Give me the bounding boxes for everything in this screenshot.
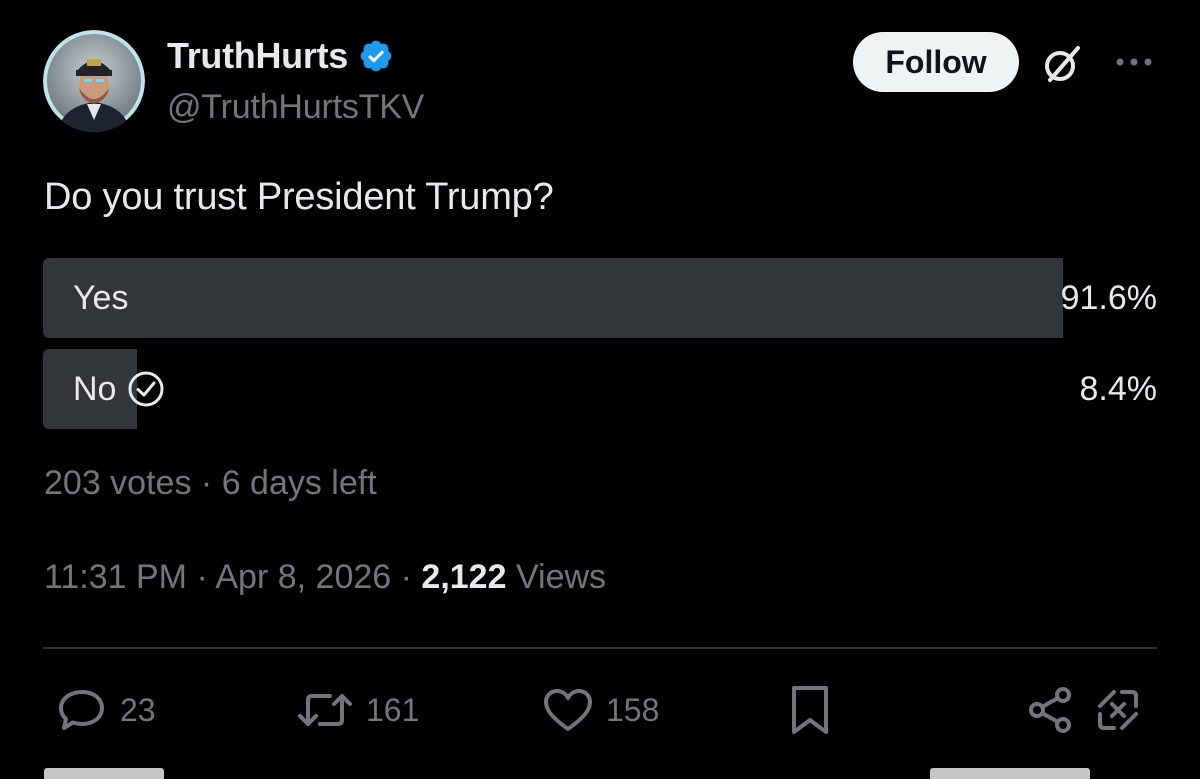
reply-button[interactable]: 23 [56, 684, 156, 736]
check-circle-icon [126, 369, 166, 409]
post-date[interactable]: Apr 8, 2026 [215, 558, 391, 596]
separator: · [200, 464, 213, 502]
follow-button[interactable]: Follow [853, 32, 1019, 92]
divider [43, 647, 1157, 649]
cutoff-text-fragment [44, 768, 164, 779]
like-count: 158 [606, 691, 660, 728]
poll-votes: 203 votes [44, 464, 192, 502]
bookmark-button[interactable] [788, 684, 832, 736]
heart-icon [544, 689, 592, 731]
verified-badge-icon[interactable] [358, 38, 394, 74]
like-button[interactable]: 158 [542, 684, 659, 736]
separator: · [196, 558, 208, 596]
poll-bar-yes [43, 258, 1063, 338]
poll-time-left: 6 days left [221, 464, 377, 502]
post-time[interactable]: 11:31 PM [44, 558, 187, 596]
share-button[interactable] [1026, 684, 1076, 736]
poll-option-label: No [73, 349, 166, 429]
bookmark-icon [792, 686, 828, 734]
cutoff-text-fragment [930, 768, 1090, 779]
poll-option-yes[interactable]: Yes 91.6% [43, 258, 1157, 338]
reply-count: 23 [120, 691, 156, 728]
poll-option-label: Yes [73, 258, 128, 338]
display-name[interactable]: TruthHurts [167, 35, 348, 77]
repost-icon [298, 694, 352, 726]
poll-meta: 203 votes · 6 days left [44, 464, 377, 503]
more-dots-icon[interactable] [1114, 50, 1154, 74]
reply-icon [59, 690, 104, 730]
poll-option-yes-percent: 91.6% [1060, 278, 1157, 317]
views-label: Views [515, 558, 607, 596]
repost-count: 161 [366, 691, 420, 728]
repost-button[interactable]: 161 [296, 684, 419, 736]
author-info[interactable]: TruthHurts @TruthHurtsTKV [167, 34, 424, 127]
poll-option-no-label: No [73, 369, 117, 408]
share-icon [1029, 687, 1071, 733]
poll-option-no-percent: 8.4% [1079, 369, 1158, 408]
poll-option-yes-label: Yes [73, 278, 129, 317]
separator: · [400, 558, 412, 596]
poll-option-no[interactable]: No 8.4% [43, 349, 1157, 429]
views-count[interactable]: 2,122 [421, 558, 506, 596]
grok-action-button[interactable] [1092, 684, 1144, 736]
grok-action-icon [1098, 690, 1138, 730]
post-text: Do you trust President Trump? [44, 176, 554, 218]
post-timestamp[interactable]: 11:31 PM · Apr 8, 2026 · 2,122 Views [44, 558, 606, 597]
grok-icon[interactable] [1038, 40, 1086, 88]
user-handle[interactable]: @TruthHurtsTKV [167, 88, 424, 127]
avatar[interactable] [43, 30, 145, 132]
